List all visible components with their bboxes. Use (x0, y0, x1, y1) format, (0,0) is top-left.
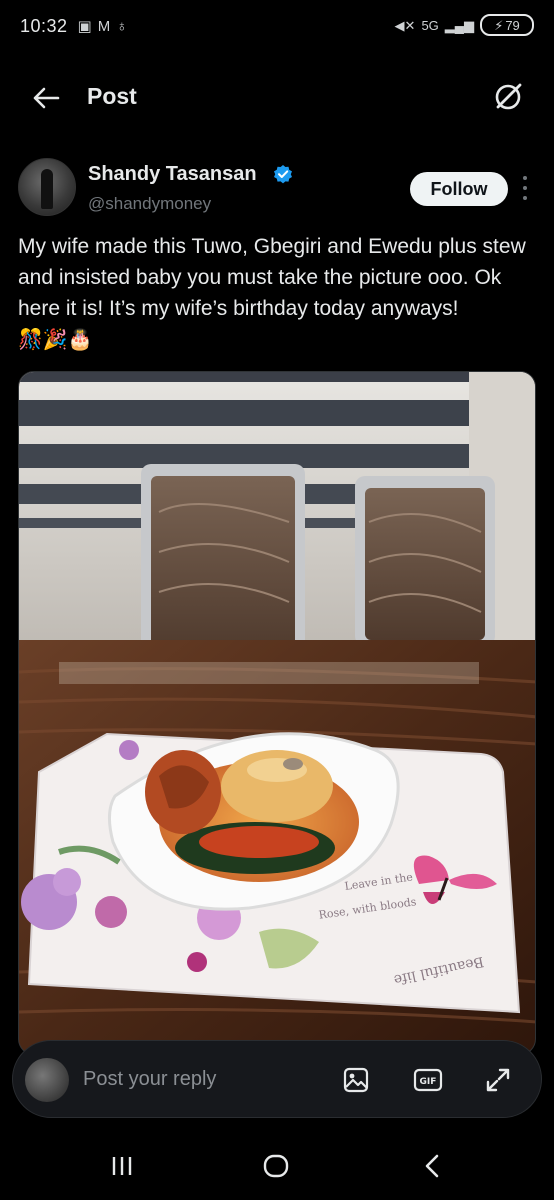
reply-avatar (25, 1058, 69, 1102)
charging-icon: ⚡ (494, 17, 504, 33)
author-display-name[interactable]: Shandy Tasansan (88, 163, 257, 186)
verified-badge-icon[interactable] (273, 164, 293, 184)
recent-apps-icon[interactable] (108, 1152, 136, 1180)
image-icon[interactable] (341, 1065, 371, 1095)
home-icon[interactable] (262, 1152, 290, 1180)
post-emojis: 🎊🎉🎂 (18, 327, 93, 351)
status-notification-icons: ▣ M ♁ (78, 19, 128, 34)
back-nav-icon[interactable] (420, 1152, 444, 1180)
expand-icon[interactable] (483, 1065, 513, 1095)
author-avatar[interactable] (18, 158, 76, 216)
post-body: My wife made this Tuwo, Gbegiri and Ewed… (18, 235, 526, 320)
author-handle[interactable]: @shandymoney (88, 194, 211, 214)
reply-input-placeholder[interactable]: Post your reply (83, 1068, 216, 1091)
status-bar: 10:32 ▣ M ♁ ◀✕ 5G ▂▄▆ ⚡ 79 (0, 0, 554, 52)
food-photo: Beautiful life Rose, with bloods Leave i… (19, 372, 535, 1054)
battery-indicator: ⚡ 79 (480, 14, 534, 36)
back-arrow-icon[interactable] (30, 82, 62, 114)
network-type: 5G (421, 17, 439, 33)
follow-button[interactable]: Follow (410, 172, 508, 206)
hotspot-icon: ♁ (116, 17, 128, 35)
gmail-icon: M (97, 17, 111, 35)
grok-icon[interactable] (490, 79, 526, 115)
screenshot-icon: ▣ (77, 17, 92, 35)
battery-level: 79 (505, 17, 520, 33)
status-right-icons: ◀✕ 5G ▂▄▆ ⚡ 79 (395, 14, 534, 36)
signal-icon: ▂▄▆ (444, 17, 474, 33)
system-navigation-bar (0, 1130, 554, 1200)
post-text: My wife made this Tuwo, Gbegiri and Ewed… (18, 231, 538, 355)
more-options-icon[interactable] (520, 176, 530, 200)
status-time: 10:32 (20, 15, 68, 36)
post-media-image[interactable]: Beautiful life Rose, with bloods Leave i… (18, 371, 536, 1055)
gif-icon[interactable]: GIF (413, 1065, 443, 1095)
mute-icon: ◀✕ (394, 17, 416, 33)
svg-text:GIF: GIF (420, 1077, 437, 1087)
page-title: Post (87, 83, 137, 109)
top-navigation: Post (0, 62, 554, 132)
reply-composer[interactable]: Post your reply GIF (12, 1040, 542, 1118)
